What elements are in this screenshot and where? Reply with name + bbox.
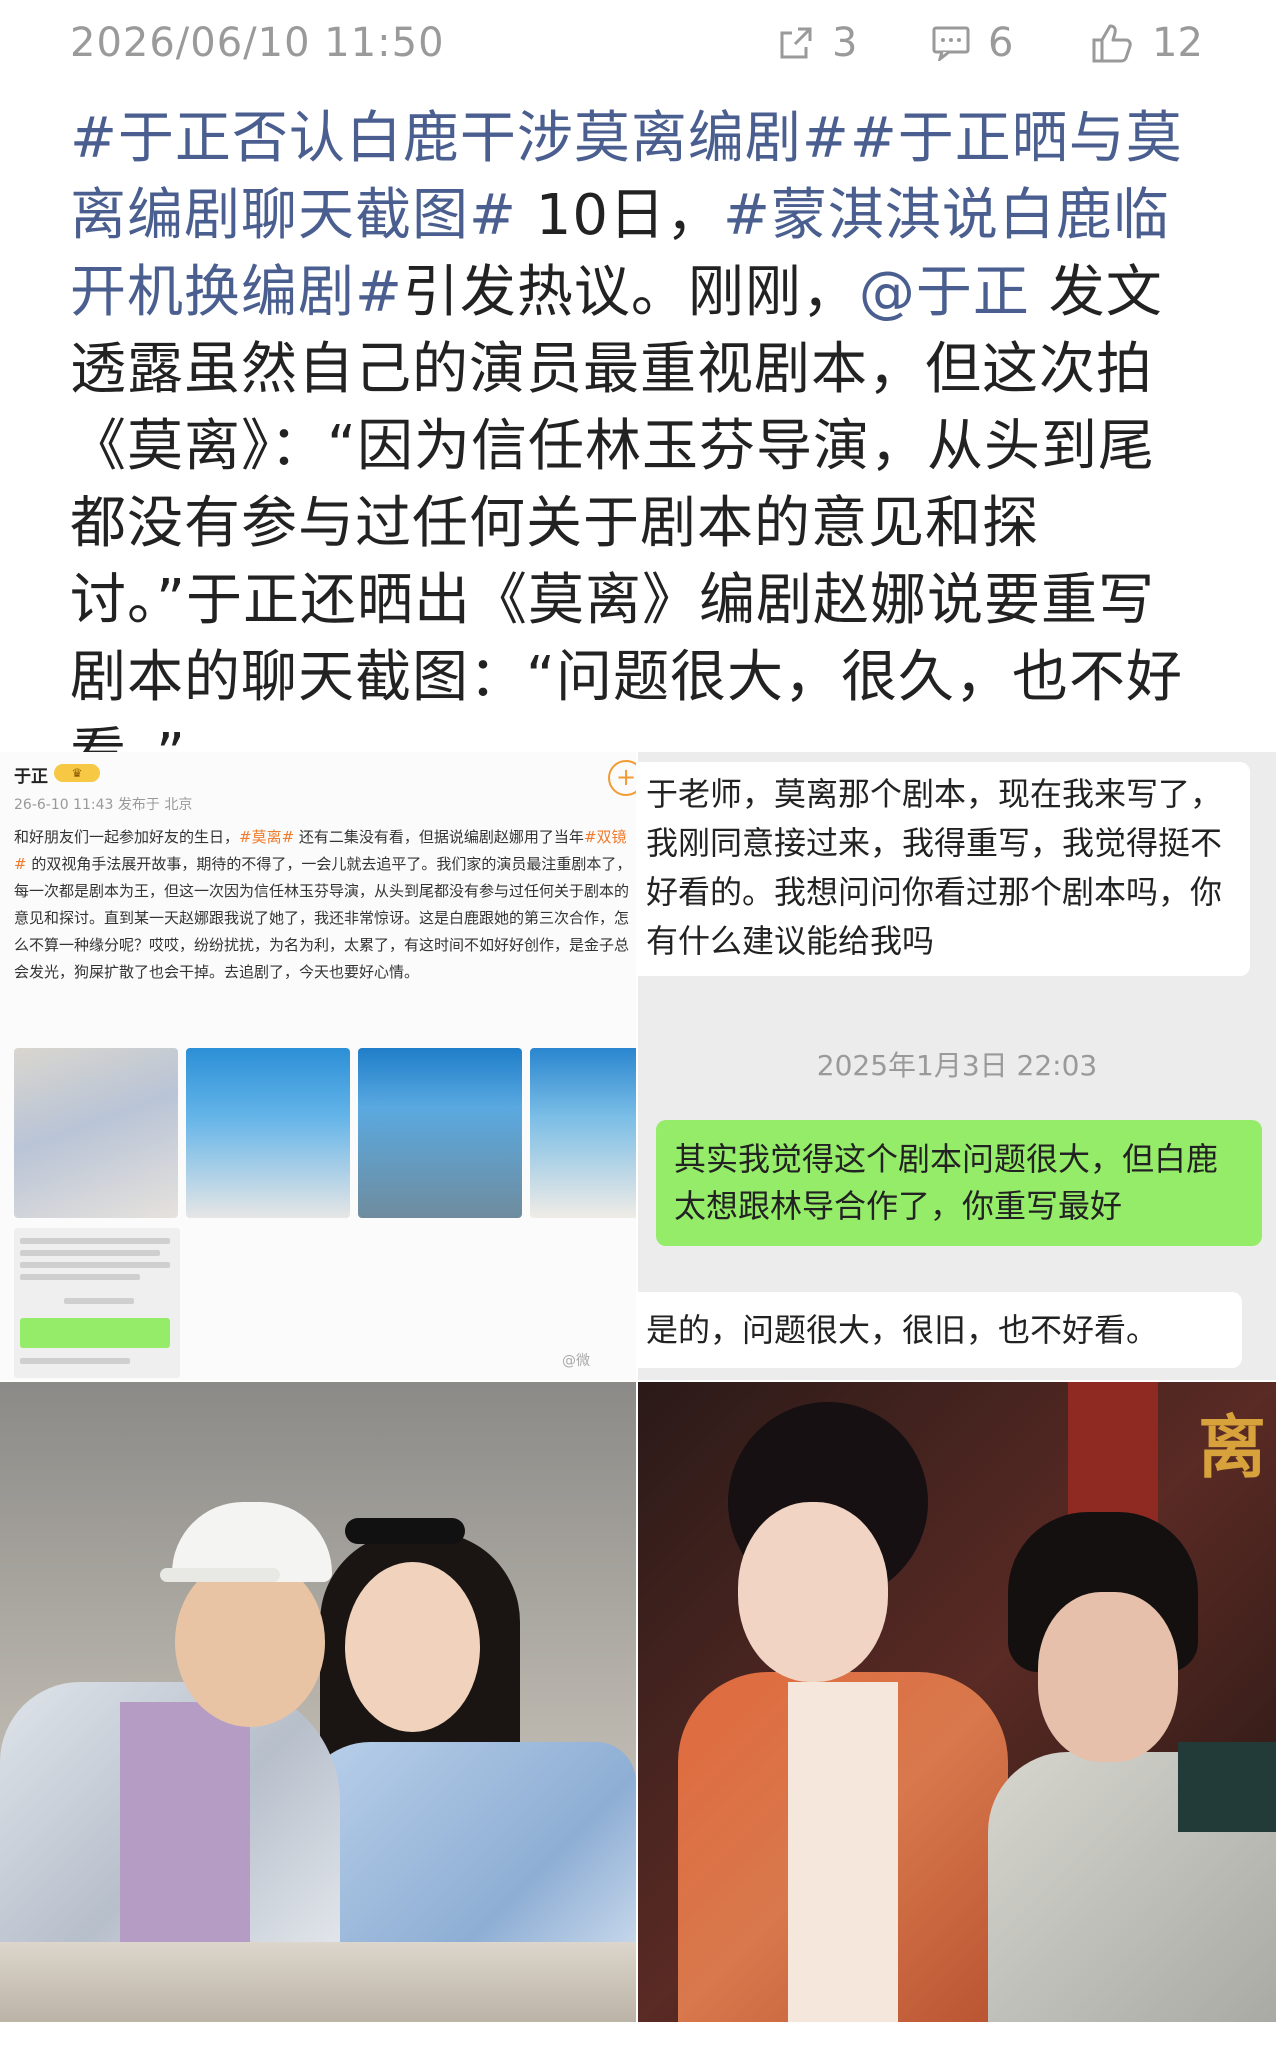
- image-chat-screenshot[interactable]: 于老师，莫离那个剧本，现在我来写了，我刚同意接过来，我得重写，我觉得挺不好看的。…: [638, 752, 1276, 1380]
- post-timestamp: 2026/06/10 11:50: [70, 20, 445, 66]
- repost-button[interactable]: 3: [778, 18, 857, 68]
- post-text: 10日，: [516, 183, 723, 248]
- chat-timestamp: 2025年1月3日 22:03: [816, 1049, 1098, 1082]
- mini-text: 的双视角手法展开故事，期待的不得了，一会儿就去追平了。我们家的演员最注重剧本了，…: [14, 855, 632, 981]
- drama-title-logo: 离: [1198, 1408, 1267, 1488]
- post-text: 引发热议。刚刚，: [402, 260, 859, 325]
- post-body: #于正否认白鹿干涉莫离编剧##于正晒与莫离编剧聊天截图# 10日，#蒙淇淇说白鹿…: [70, 100, 1210, 793]
- repost-count: 3: [832, 20, 858, 66]
- hashtag-link[interactable]: #于正否认白鹿干涉莫离编剧#: [70, 106, 850, 171]
- like-icon: [1090, 22, 1134, 64]
- mini-photo-grid: [14, 1048, 636, 1220]
- mini-photo: [530, 1048, 636, 1218]
- mini-photo: [14, 1048, 178, 1218]
- post-header: 2026/06/10 11:50 3 6 12: [0, 0, 1276, 90]
- mini-post-meta: 26-6-10 11:43 发布于 北京: [14, 797, 193, 813]
- share-icon: [778, 25, 814, 61]
- mini-hashtag: #莫离#: [239, 828, 295, 846]
- follow-icon: +: [608, 760, 636, 796]
- post-text: 发文透露虽然自己的演员最重视剧本，但这次拍《莫离》：“因为信任林玉芬导演，从头到…: [70, 260, 1184, 787]
- mini-post-body: 和好朋友们一起参加好友的生日，#莫离# 还有二集没有看，但据说编剧赵娜用了当年#…: [14, 824, 634, 986]
- watermark: @微: [562, 1353, 590, 1369]
- crown-icon: ♛: [54, 764, 100, 782]
- chat-bubble-received: 于老师，莫离那个剧本，现在我来写了，我刚同意接过来，我得重写，我觉得挺不好看的。…: [638, 762, 1250, 976]
- comment-button[interactable]: 6: [932, 18, 1013, 68]
- mini-text: 还有二集没有看，但据说编剧赵娜用了当年: [294, 828, 584, 846]
- mention-link[interactable]: @于正: [859, 260, 1030, 325]
- image-weibo-screenshot[interactable]: 于正 ♛ 26-6-10 11:43 发布于 北京 + 和好朋友们一起参加好友的…: [0, 752, 636, 1380]
- comment-icon: [932, 25, 970, 61]
- image-drama-still[interactable]: 离: [638, 1382, 1276, 2022]
- like-button[interactable]: 12: [1090, 18, 1203, 68]
- comment-count: 6: [988, 20, 1014, 66]
- mini-photo: [186, 1048, 350, 1218]
- mini-text: 和好朋友们一起参加好友的生日，: [14, 828, 240, 846]
- chat-bubble-sent: 其实我觉得这个剧本问题很大，但白鹿太想跟林导合作了，你重写最好: [656, 1120, 1262, 1246]
- mini-photo: [358, 1048, 522, 1218]
- mini-chat-thumbnail: [14, 1228, 180, 1378]
- like-count: 12: [1152, 20, 1203, 66]
- image-photo[interactable]: [0, 1382, 636, 2022]
- mini-author-name: 于正: [14, 767, 48, 787]
- chat-bubble-received: 是的，问题很大，很旧，也不好看。: [638, 1292, 1242, 1368]
